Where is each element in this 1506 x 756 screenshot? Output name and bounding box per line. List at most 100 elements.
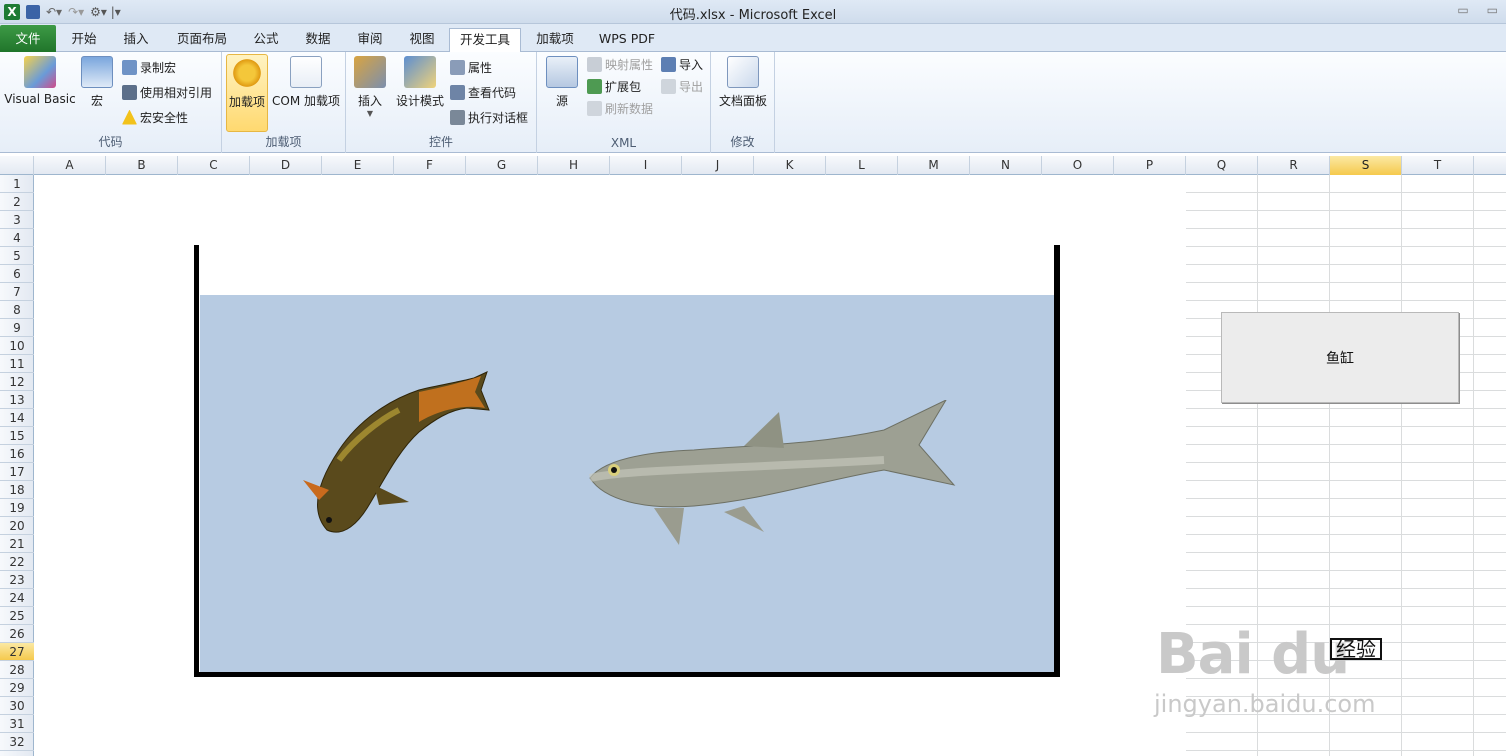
col-header-a[interactable]: A xyxy=(34,156,106,175)
com-addins-button[interactable]: COM 加载项 xyxy=(268,56,344,109)
col-header-d[interactable]: D xyxy=(250,156,322,175)
xml-export-label: 导出 xyxy=(679,79,704,94)
relative-ref-button[interactable]: 使用相对引用 xyxy=(122,82,212,102)
col-header-q[interactable]: Q xyxy=(1186,156,1258,175)
row-header[interactable]: 12 xyxy=(0,373,34,391)
select-all-corner[interactable] xyxy=(0,156,34,175)
row-header[interactable]: 6 xyxy=(0,265,34,283)
insert-control-label: 插入 xyxy=(357,94,382,108)
design-mode-label: 设计模式 xyxy=(395,94,444,108)
restore-icon[interactable]: ▭ xyxy=(1487,3,1498,17)
row-header[interactable]: 30 xyxy=(0,697,34,715)
col-header-p[interactable]: P xyxy=(1114,156,1186,175)
record-macro-button[interactable]: 录制宏 xyxy=(122,57,176,77)
insert-control-icon xyxy=(354,56,386,88)
row-header[interactable]: 28 xyxy=(0,661,34,679)
map-properties-button[interactable]: 映射属性 xyxy=(587,54,653,74)
row-header[interactable]: 1 xyxy=(0,175,34,193)
row-header[interactable]: 16 xyxy=(0,445,34,463)
xml-export-button[interactable]: 导出 xyxy=(661,76,703,96)
view-code-button[interactable]: 查看代码 xyxy=(450,82,516,102)
row-header[interactable]: 24 xyxy=(0,589,34,607)
tab-developer[interactable]: 开发工具 xyxy=(449,28,521,53)
col-header-h[interactable]: H xyxy=(538,156,610,175)
col-header-o[interactable]: O xyxy=(1042,156,1114,175)
tab-review[interactable]: 审阅 xyxy=(348,28,392,52)
tab-view[interactable]: 视图 xyxy=(400,28,444,52)
col-header-m[interactable]: M xyxy=(898,156,970,175)
row-header[interactable]: 27 xyxy=(0,643,34,661)
tab-data[interactable]: 数据 xyxy=(296,28,340,52)
row-headers: 1 2 3 4 5 6 7 8 9 10 11 12 13 14 15 16 1… xyxy=(0,175,34,756)
col-header-s[interactable]: S xyxy=(1330,156,1402,175)
tab-insert[interactable]: 插入 xyxy=(114,28,158,52)
row-header[interactable]: 10 xyxy=(0,337,34,355)
row-header[interactable]: 14 xyxy=(0,409,34,427)
row-header[interactable]: 13 xyxy=(0,391,34,409)
macro-button[interactable]: 宏 xyxy=(80,56,114,109)
col-header-i[interactable]: I xyxy=(610,156,682,175)
row-header[interactable]: 26 xyxy=(0,625,34,643)
row-header[interactable]: 21 xyxy=(0,535,34,553)
relative-ref-label: 使用相对引用 xyxy=(140,85,213,100)
col-header-l[interactable]: L xyxy=(826,156,898,175)
tab-addins[interactable]: 加载项 xyxy=(530,28,580,52)
row-header[interactable]: 23 xyxy=(0,571,34,589)
row-header[interactable]: 31 xyxy=(0,715,34,733)
row-header[interactable]: 19 xyxy=(0,499,34,517)
fish-tank-button[interactable]: 鱼缸 xyxy=(1221,312,1459,403)
col-header-r[interactable]: R xyxy=(1258,156,1330,175)
row-header[interactable]: 4 xyxy=(0,229,34,247)
design-mode-button[interactable]: 设计模式 xyxy=(394,56,446,109)
tank-right-wall xyxy=(1054,245,1060,677)
minimize-icon[interactable]: ▭ xyxy=(1457,3,1468,17)
row-header[interactable]: 3 xyxy=(0,211,34,229)
xml-import-label: 导入 xyxy=(679,57,704,72)
warning-icon xyxy=(122,109,137,125)
visual-basic-button[interactable]: Visual Basic xyxy=(4,56,76,106)
group-controls-label: 控件 xyxy=(428,135,453,149)
design-mode-icon xyxy=(404,56,436,88)
row-header[interactable]: 5 xyxy=(0,247,34,265)
tab-file[interactable]: 文件 xyxy=(0,25,56,52)
record-macro-label: 录制宏 xyxy=(140,60,177,75)
run-dialog-button[interactable]: 执行对话框 xyxy=(450,107,528,127)
row-header[interactable]: 8 xyxy=(0,301,34,319)
col-header-e[interactable]: E xyxy=(322,156,394,175)
row-header[interactable]: 2 xyxy=(0,193,34,211)
properties-button[interactable]: 属性 xyxy=(450,57,492,77)
row-header[interactable]: 7 xyxy=(0,283,34,301)
col-header-b[interactable]: B xyxy=(106,156,178,175)
row-header[interactable]: 11 xyxy=(0,355,34,373)
xml-import-button[interactable]: 导入 xyxy=(661,54,703,74)
row-header[interactable]: 9 xyxy=(0,319,34,337)
row-header[interactable]: 17 xyxy=(0,463,34,481)
row-header[interactable]: 15 xyxy=(0,427,34,445)
addins-button[interactable]: 加载项 xyxy=(226,54,268,132)
xml-source-button[interactable]: 源 xyxy=(545,56,579,109)
col-header-f[interactable]: F xyxy=(394,156,466,175)
row-header[interactable]: 29 xyxy=(0,679,34,697)
row-header[interactable]: 32 xyxy=(0,733,34,751)
col-header-n[interactable]: N xyxy=(970,156,1042,175)
doc-panel-button[interactable]: 文档面板 xyxy=(715,56,771,109)
row-header[interactable]: 20 xyxy=(0,517,34,535)
row-header[interactable]: 18 xyxy=(0,481,34,499)
col-header-t[interactable]: T xyxy=(1402,156,1474,175)
tab-page-layout[interactable]: 页面布局 xyxy=(170,28,234,52)
row-header[interactable]: 22 xyxy=(0,553,34,571)
col-header-j[interactable]: J xyxy=(682,156,754,175)
col-header-k[interactable]: K xyxy=(754,156,826,175)
tab-home[interactable]: 开始 xyxy=(62,28,106,52)
tab-wps-pdf[interactable]: WPS PDF xyxy=(592,28,662,52)
expansion-packs-button[interactable]: 扩展包 xyxy=(587,76,641,96)
col-header-g[interactable]: G xyxy=(466,156,538,175)
row-header[interactable]: 25 xyxy=(0,607,34,625)
silver-fish-image xyxy=(589,400,956,545)
chevron-down-icon: ▼ xyxy=(366,109,374,118)
refresh-data-button[interactable]: 刷新数据 xyxy=(587,98,653,118)
col-header-c[interactable]: C xyxy=(178,156,250,175)
tab-formulas[interactable]: 公式 xyxy=(244,28,288,52)
insert-control-button[interactable]: 插入 ▼ xyxy=(352,56,388,118)
macro-security-button[interactable]: 宏安全性 xyxy=(122,107,188,127)
